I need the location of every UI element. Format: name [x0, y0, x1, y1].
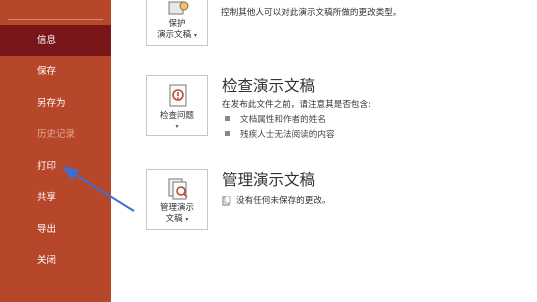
chevron-down-icon: ▾	[175, 123, 179, 130]
manage-button-label-2: 文稿 ▾	[165, 214, 189, 224]
chevron-down-icon: ▾	[193, 32, 197, 39]
sidebar-item-save[interactable]: 保存	[0, 56, 111, 87]
inspect-bullet-1: 文档属性和作者的姓名	[225, 113, 326, 125]
sidebar-item-export[interactable]: 导出	[0, 214, 111, 245]
protect-presentation-button[interactable]: 保护 演示文稿 ▾	[146, 0, 208, 46]
backstage-sidebar: 信息 保存 另存为 历史记录 打印 共享 导出 关闭	[0, 0, 111, 302]
inspect-title: 检查演示文稿	[222, 77, 316, 95]
sidebar-item-share[interactable]: 共享	[0, 182, 111, 213]
sidebar-item-close[interactable]: 关闭	[0, 245, 111, 276]
check-for-issues-button[interactable]: 检查问题 ▾	[146, 75, 208, 136]
sidebar-divider	[8, 19, 103, 20]
check-document-icon	[169, 84, 187, 107]
manage-document-icon	[168, 178, 188, 200]
document-icon	[222, 195, 231, 205]
protect-button-label-1: 保护	[168, 19, 186, 29]
info-panel: 保护 演示文稿 ▾ 控制其他人可以对此演示文稿所做的更改类型。 检查问题 ▾ 检…	[111, 0, 537, 302]
manage-button-label-1: 管理演示	[159, 203, 194, 213]
manage-title: 管理演示文稿	[222, 171, 316, 189]
sidebar-item-info[interactable]: 信息	[0, 25, 111, 56]
protect-description: 控制其他人可以对此演示文稿所做的更改类型。	[221, 8, 402, 18]
protect-button-label-2: 演示文稿 ▾	[157, 30, 197, 40]
sidebar-item-print[interactable]: 打印	[0, 151, 111, 182]
lock-key-icon	[168, 1, 189, 15]
manage-presentation-button[interactable]: 管理演示 文稿 ▾	[146, 169, 208, 230]
sidebar-item-history[interactable]: 历史记录	[0, 119, 111, 150]
inspect-bullet-2: 残疾人士无法阅读的内容	[225, 128, 335, 140]
chevron-down-icon: ▾	[185, 216, 189, 223]
manage-note: 没有任何未保存的更改。	[222, 194, 331, 206]
sidebar-item-save-as[interactable]: 另存为	[0, 88, 111, 119]
inspect-intro: 在发布此文件之前，请注意其是否包含:	[222, 100, 371, 110]
